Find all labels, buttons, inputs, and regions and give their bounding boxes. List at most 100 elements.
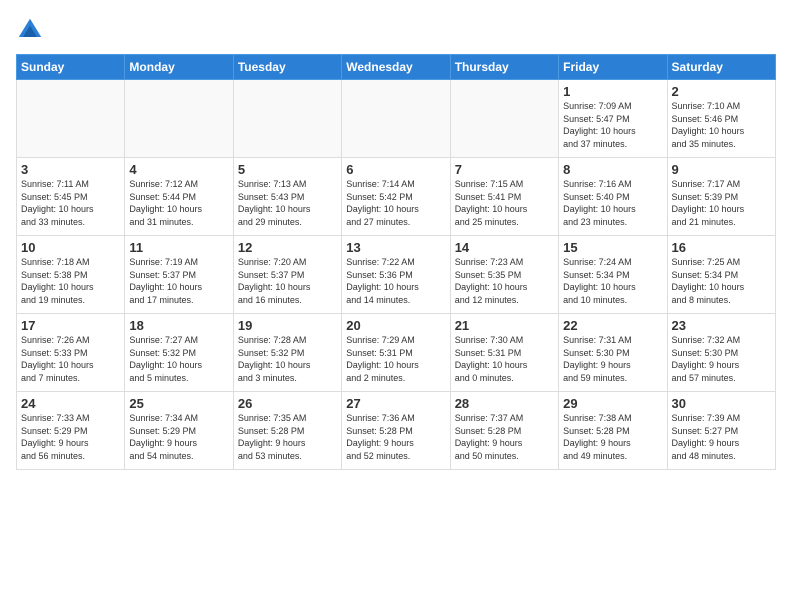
logo xyxy=(16,16,48,44)
day-info: Sunrise: 7:38 AMSunset: 5:28 PMDaylight:… xyxy=(563,412,662,462)
calendar-cell xyxy=(125,80,233,158)
calendar-cell xyxy=(233,80,341,158)
day-number: 24 xyxy=(21,396,120,411)
calendar-cell: 8Sunrise: 7:16 AMSunset: 5:40 PMDaylight… xyxy=(559,158,667,236)
day-number: 6 xyxy=(346,162,445,177)
day-number: 21 xyxy=(455,318,554,333)
day-info: Sunrise: 7:35 AMSunset: 5:28 PMDaylight:… xyxy=(238,412,337,462)
day-info: Sunrise: 7:36 AMSunset: 5:28 PMDaylight:… xyxy=(346,412,445,462)
day-info: Sunrise: 7:33 AMSunset: 5:29 PMDaylight:… xyxy=(21,412,120,462)
day-info: Sunrise: 7:17 AMSunset: 5:39 PMDaylight:… xyxy=(672,178,771,228)
day-info: Sunrise: 7:39 AMSunset: 5:27 PMDaylight:… xyxy=(672,412,771,462)
calendar-cell: 14Sunrise: 7:23 AMSunset: 5:35 PMDayligh… xyxy=(450,236,558,314)
logo-icon xyxy=(16,16,44,44)
calendar-cell: 26Sunrise: 7:35 AMSunset: 5:28 PMDayligh… xyxy=(233,392,341,470)
day-number: 11 xyxy=(129,240,228,255)
day-number: 25 xyxy=(129,396,228,411)
day-number: 17 xyxy=(21,318,120,333)
calendar-cell: 21Sunrise: 7:30 AMSunset: 5:31 PMDayligh… xyxy=(450,314,558,392)
day-number: 15 xyxy=(563,240,662,255)
weekday-header-tuesday: Tuesday xyxy=(233,55,341,80)
weekday-header-thursday: Thursday xyxy=(450,55,558,80)
weekday-header-saturday: Saturday xyxy=(667,55,775,80)
day-info: Sunrise: 7:14 AMSunset: 5:42 PMDaylight:… xyxy=(346,178,445,228)
day-number: 30 xyxy=(672,396,771,411)
day-info: Sunrise: 7:37 AMSunset: 5:28 PMDaylight:… xyxy=(455,412,554,462)
calendar-week-row: 10Sunrise: 7:18 AMSunset: 5:38 PMDayligh… xyxy=(17,236,776,314)
day-number: 23 xyxy=(672,318,771,333)
day-number: 27 xyxy=(346,396,445,411)
calendar-cell xyxy=(342,80,450,158)
day-info: Sunrise: 7:23 AMSunset: 5:35 PMDaylight:… xyxy=(455,256,554,306)
calendar-cell: 10Sunrise: 7:18 AMSunset: 5:38 PMDayligh… xyxy=(17,236,125,314)
calendar-cell: 25Sunrise: 7:34 AMSunset: 5:29 PMDayligh… xyxy=(125,392,233,470)
calendar-cell: 30Sunrise: 7:39 AMSunset: 5:27 PMDayligh… xyxy=(667,392,775,470)
day-info: Sunrise: 7:11 AMSunset: 5:45 PMDaylight:… xyxy=(21,178,120,228)
day-info: Sunrise: 7:20 AMSunset: 5:37 PMDaylight:… xyxy=(238,256,337,306)
header xyxy=(16,16,776,44)
day-number: 18 xyxy=(129,318,228,333)
calendar-cell: 19Sunrise: 7:28 AMSunset: 5:32 PMDayligh… xyxy=(233,314,341,392)
day-number: 19 xyxy=(238,318,337,333)
day-number: 14 xyxy=(455,240,554,255)
day-number: 16 xyxy=(672,240,771,255)
calendar-cell: 7Sunrise: 7:15 AMSunset: 5:41 PMDaylight… xyxy=(450,158,558,236)
day-number: 1 xyxy=(563,84,662,99)
day-number: 13 xyxy=(346,240,445,255)
day-number: 10 xyxy=(21,240,120,255)
calendar-cell: 13Sunrise: 7:22 AMSunset: 5:36 PMDayligh… xyxy=(342,236,450,314)
day-info: Sunrise: 7:29 AMSunset: 5:31 PMDaylight:… xyxy=(346,334,445,384)
day-info: Sunrise: 7:19 AMSunset: 5:37 PMDaylight:… xyxy=(129,256,228,306)
calendar-cell: 9Sunrise: 7:17 AMSunset: 5:39 PMDaylight… xyxy=(667,158,775,236)
calendar-cell: 3Sunrise: 7:11 AMSunset: 5:45 PMDaylight… xyxy=(17,158,125,236)
day-info: Sunrise: 7:18 AMSunset: 5:38 PMDaylight:… xyxy=(21,256,120,306)
day-info: Sunrise: 7:10 AMSunset: 5:46 PMDaylight:… xyxy=(672,100,771,150)
weekday-header-wednesday: Wednesday xyxy=(342,55,450,80)
calendar-cell: 15Sunrise: 7:24 AMSunset: 5:34 PMDayligh… xyxy=(559,236,667,314)
calendar-cell: 11Sunrise: 7:19 AMSunset: 5:37 PMDayligh… xyxy=(125,236,233,314)
page: SundayMondayTuesdayWednesdayThursdayFrid… xyxy=(0,0,792,612)
calendar-cell: 17Sunrise: 7:26 AMSunset: 5:33 PMDayligh… xyxy=(17,314,125,392)
weekday-header-monday: Monday xyxy=(125,55,233,80)
calendar-cell: 4Sunrise: 7:12 AMSunset: 5:44 PMDaylight… xyxy=(125,158,233,236)
day-number: 3 xyxy=(21,162,120,177)
calendar-week-row: 3Sunrise: 7:11 AMSunset: 5:45 PMDaylight… xyxy=(17,158,776,236)
day-info: Sunrise: 7:25 AMSunset: 5:34 PMDaylight:… xyxy=(672,256,771,306)
calendar-week-row: 1Sunrise: 7:09 AMSunset: 5:47 PMDaylight… xyxy=(17,80,776,158)
day-info: Sunrise: 7:27 AMSunset: 5:32 PMDaylight:… xyxy=(129,334,228,384)
weekday-header-friday: Friday xyxy=(559,55,667,80)
calendar-header-row: SundayMondayTuesdayWednesdayThursdayFrid… xyxy=(17,55,776,80)
day-number: 5 xyxy=(238,162,337,177)
day-info: Sunrise: 7:30 AMSunset: 5:31 PMDaylight:… xyxy=(455,334,554,384)
day-info: Sunrise: 7:32 AMSunset: 5:30 PMDaylight:… xyxy=(672,334,771,384)
calendar-cell: 5Sunrise: 7:13 AMSunset: 5:43 PMDaylight… xyxy=(233,158,341,236)
calendar-cell: 22Sunrise: 7:31 AMSunset: 5:30 PMDayligh… xyxy=(559,314,667,392)
calendar-week-row: 24Sunrise: 7:33 AMSunset: 5:29 PMDayligh… xyxy=(17,392,776,470)
day-number: 12 xyxy=(238,240,337,255)
day-info: Sunrise: 7:34 AMSunset: 5:29 PMDaylight:… xyxy=(129,412,228,462)
day-number: 7 xyxy=(455,162,554,177)
calendar-cell: 18Sunrise: 7:27 AMSunset: 5:32 PMDayligh… xyxy=(125,314,233,392)
day-number: 8 xyxy=(563,162,662,177)
calendar-cell: 16Sunrise: 7:25 AMSunset: 5:34 PMDayligh… xyxy=(667,236,775,314)
day-info: Sunrise: 7:13 AMSunset: 5:43 PMDaylight:… xyxy=(238,178,337,228)
day-info: Sunrise: 7:09 AMSunset: 5:47 PMDaylight:… xyxy=(563,100,662,150)
calendar-cell: 23Sunrise: 7:32 AMSunset: 5:30 PMDayligh… xyxy=(667,314,775,392)
day-number: 20 xyxy=(346,318,445,333)
calendar-cell: 12Sunrise: 7:20 AMSunset: 5:37 PMDayligh… xyxy=(233,236,341,314)
day-info: Sunrise: 7:12 AMSunset: 5:44 PMDaylight:… xyxy=(129,178,228,228)
day-number: 22 xyxy=(563,318,662,333)
day-number: 28 xyxy=(455,396,554,411)
calendar-cell: 27Sunrise: 7:36 AMSunset: 5:28 PMDayligh… xyxy=(342,392,450,470)
day-info: Sunrise: 7:24 AMSunset: 5:34 PMDaylight:… xyxy=(563,256,662,306)
calendar-cell: 2Sunrise: 7:10 AMSunset: 5:46 PMDaylight… xyxy=(667,80,775,158)
calendar-cell: 1Sunrise: 7:09 AMSunset: 5:47 PMDaylight… xyxy=(559,80,667,158)
calendar-cell xyxy=(450,80,558,158)
day-number: 2 xyxy=(672,84,771,99)
day-number: 29 xyxy=(563,396,662,411)
day-number: 26 xyxy=(238,396,337,411)
day-info: Sunrise: 7:16 AMSunset: 5:40 PMDaylight:… xyxy=(563,178,662,228)
calendar-cell xyxy=(17,80,125,158)
day-info: Sunrise: 7:26 AMSunset: 5:33 PMDaylight:… xyxy=(21,334,120,384)
day-number: 4 xyxy=(129,162,228,177)
